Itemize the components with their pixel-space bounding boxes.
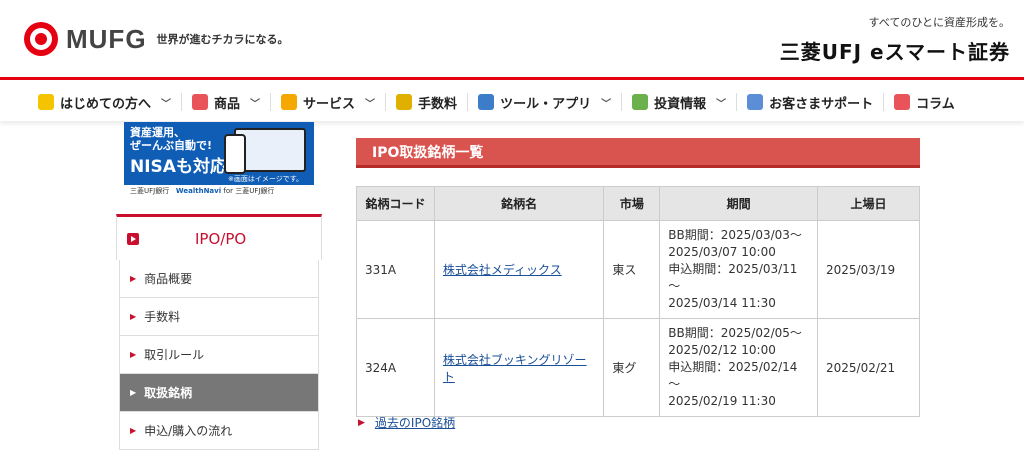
table-row: 331A 株式会社メディックス 東ス BB期間：2025/03/03～ 2025… [356, 220, 920, 319]
brand-tagline: すべてのひとに資産形成を。 [868, 16, 1010, 29]
sidebar-item-0[interactable]: ▶ 商品概要 [119, 260, 319, 298]
nav-label: サービス [303, 96, 356, 112]
period-line: 2025/03/14 11:30 [668, 296, 776, 310]
bag-icon [192, 94, 209, 110]
ipo-table: 銘柄コード 銘柄名 市場 期間 上場日 331A 株式会社メディックス 東ス B… [356, 186, 920, 417]
nav-item-2[interactable]: サービス ﹀ [271, 93, 387, 112]
nav-label: 投資情報 [654, 96, 707, 112]
stock-name-link[interactable]: 株式会社メディックス [443, 263, 562, 277]
banner-note: ※画面はイメージです。 [228, 175, 304, 183]
sidebar-item-label: 取引ルール [144, 348, 205, 362]
logo-text: MUFG [66, 23, 147, 54]
sidebar-header: IPO/PO [116, 214, 322, 260]
nav-label: はじめての方へ [60, 96, 152, 112]
star-icon [281, 94, 298, 110]
arrow-right-icon: ▶ [130, 350, 137, 359]
header-listing: 上場日 [817, 186, 920, 221]
sidebar-item-label: 手数料 [144, 310, 181, 324]
chevron-down-icon: ﹀ [250, 98, 261, 110]
chevron-down-icon: ﹀ [716, 98, 727, 110]
header-name: 銘柄名 [433, 186, 605, 221]
banner-footer: 三菱UFJ銀行 WealthNavi for 三菱UFJ銀行 [124, 185, 314, 198]
chart-icon [632, 94, 649, 110]
period: BB期間：2025/02/05～ 2025/02/12 10:00 申込期間：2… [659, 318, 819, 417]
logo-tagline: 世界が進むチカラになる。 [156, 33, 289, 46]
sidebar-item-label: 申込/購入の流れ [144, 424, 233, 438]
sidebar-item-label: 商品概要 [144, 272, 193, 286]
sidebar-title: IPO/PO [195, 229, 247, 248]
triangle-right-icon: ▶ [358, 417, 365, 428]
banner-line-3: NISAも対応 [130, 157, 227, 177]
period: BB期間：2025/03/03～ 2025/03/07 10:00 申込期間：2… [659, 220, 819, 319]
table-header-row: 銘柄コード 銘柄名 市場 期間 上場日 [356, 186, 920, 221]
period-line: 申込期間：2025/02/14～ [668, 360, 798, 391]
sidebar-menu: ▶ 商品概要 ▶ 手数料 ▶ 取引ルール ▶ 取扱銘柄 ▶ 申込/購入の流れ [116, 260, 322, 450]
past-ipo-link-row: ▶ 過去のIPO銘柄 [358, 414, 455, 431]
nav-label: ツール・アプリ [500, 96, 592, 112]
mufg-logo-icon [24, 22, 58, 56]
chevron-down-icon: ﹀ [161, 98, 172, 110]
nav-item-7[interactable]: コラム [884, 93, 965, 112]
page-title: IPO取扱銘柄一覧 [356, 138, 920, 168]
header-code: 銘柄コード [356, 186, 435, 221]
period-line: BB期間：2025/02/05～ [668, 326, 802, 340]
sidebar-item-1[interactable]: ▶ 手数料 [119, 298, 319, 336]
nav-item-0[interactable]: はじめての方へ ﹀ [28, 93, 183, 112]
banner-footer-bank: 三菱UFJ銀行 [130, 187, 170, 195]
header-market: 市場 [603, 186, 661, 221]
period-line: 2025/03/07 10:00 [668, 245, 776, 259]
stock-name-cell: 株式会社ブッキングリゾート [433, 318, 605, 417]
phone-illustration [224, 134, 246, 174]
monitor-icon [478, 94, 495, 110]
arrow-right-icon: ▶ [130, 312, 137, 321]
banner-footer-for: for 三菱UFJ銀行 [223, 187, 275, 195]
stock-name-cell: 株式会社メディックス [433, 220, 605, 319]
play-icon [127, 232, 139, 245]
arrow-right-icon: ▶ [130, 274, 137, 283]
mufg-logo[interactable]: MUFG 世界が進むチカラになる。 [24, 22, 289, 56]
listing-date: 2025/03/19 [817, 220, 920, 319]
table-row: 324A 株式会社ブッキングリゾート 東グ BB期間：2025/02/05～ 2… [356, 318, 920, 417]
banner-footer-service: WealthNavi [175, 187, 222, 195]
market: 東ス [603, 220, 661, 319]
past-ipo-link[interactable]: 過去のIPO銘柄 [375, 414, 455, 431]
sidebar-item-3[interactable]: ▶ 取扱銘柄 [119, 374, 319, 412]
nav-item-4[interactable]: ツール・アプリ ﹀ [468, 93, 623, 112]
nav-label: 商品 [214, 96, 241, 112]
listing-date: 2025/02/21 [817, 318, 920, 417]
brand-logo[interactable]: すべてのひとに資産形成を。 三菱UFJ eスマート証券 [780, 14, 1010, 65]
period-line: 2025/02/12 10:00 [668, 343, 776, 357]
nav-label: コラム [916, 96, 955, 112]
chevron-down-icon: ﹀ [601, 98, 612, 110]
sidebar-item-2[interactable]: ▶ 取引ルール [119, 336, 319, 374]
header-period: 期間 [659, 186, 819, 221]
period-line: BB期間：2025/03/03～ [668, 228, 802, 242]
nav-item-3[interactable]: 手数料 [386, 93, 469, 112]
period-line: 申込期間：2025/03/11～ [668, 262, 798, 293]
nav-label: お客さまサポート [769, 96, 874, 112]
period-line: 2025/02/19 11:30 [668, 394, 776, 408]
arrow-right-icon: ▶ [130, 426, 137, 435]
stock-name-link[interactable]: 株式会社ブッキングリゾート [443, 353, 587, 384]
market: 東グ [603, 318, 661, 417]
chevron-down-icon: ﹀ [365, 98, 376, 110]
global-nav: はじめての方へ ﹀ 商品 ﹀ サービス ﹀ 手数料 ツール・アプリ ﹀ 投資情報 ﹀ お客さまサポート… [0, 83, 1024, 121]
banner-line-2: ぜーんぶ自動で! [130, 139, 213, 152]
coin-icon [396, 94, 413, 110]
book-icon [894, 94, 911, 110]
support-icon [747, 94, 764, 110]
sidebar-item-label: 取扱銘柄 [144, 386, 193, 400]
sidebar-item-4[interactable]: ▶ 申込/購入の流れ [119, 412, 319, 450]
nav-item-1[interactable]: 商品 ﹀ [182, 93, 272, 112]
nav-label: 手数料 [418, 96, 458, 112]
stock-code: 331A [356, 220, 435, 319]
arrow-right-icon: ▶ [130, 388, 137, 397]
brand-name: 三菱UFJ eスマート証券 [779, 40, 1010, 64]
site-header: MUFG 世界が進むチカラになる。 すべてのひとに資産形成を。 三菱UFJ eス… [0, 0, 1024, 80]
nav-item-5[interactable]: 投資情報 ﹀ [622, 93, 738, 112]
stock-code: 324A [356, 318, 435, 417]
wealthnavi-banner[interactable]: 資産運用、 ぜーんぶ自動で! NISAも対応 ※画面はイメージです。 三菱UFJ… [124, 122, 314, 198]
nav-item-6[interactable]: お客さまサポート [737, 93, 885, 112]
beginner-icon [38, 94, 54, 110]
